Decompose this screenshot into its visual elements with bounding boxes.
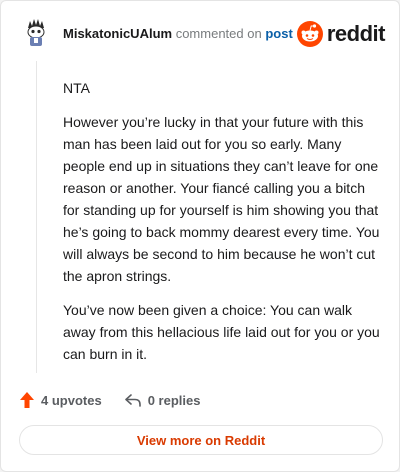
replies-stat[interactable]: 0 replies — [124, 392, 201, 408]
replies-count: 0 replies — [147, 392, 201, 408]
comment-footer: 4 upvotes 0 replies — [19, 388, 200, 412]
comment-byline: MiskatonicUAlum commented on post — [63, 26, 293, 42]
post-link[interactable]: post — [265, 26, 292, 41]
comment-paragraph: NTA — [63, 80, 90, 96]
logo-wordmark: reddit — [326, 21, 386, 46]
action-text: commented on — [175, 26, 262, 41]
comment-header: MiskatonicUAlum commented on post reddit — [21, 17, 386, 51]
reddit-snoo-icon — [296, 21, 323, 47]
comment-paragraph: You’ve now been given a choice: You can … — [63, 302, 380, 362]
user-avatar[interactable] — [21, 17, 51, 47]
comment-paragraph: However you’re lucky in that your future… — [63, 114, 380, 284]
comment-body: NTA However you’re lucky in that your fu… — [63, 77, 381, 377]
upvotes-stat[interactable]: 4 upvotes — [19, 391, 102, 409]
reply-arrow-icon — [124, 394, 141, 407]
comment-embed-card: MiskatonicUAlum commented on post reddit… — [0, 0, 400, 472]
avatar-image — [21, 17, 51, 47]
thread-line — [36, 61, 37, 373]
upvote-arrow-icon — [20, 392, 34, 408]
upvotes-count: 4 upvotes — [41, 392, 102, 408]
reddit-logo[interactable]: reddit — [296, 20, 386, 48]
username-link[interactable]: MiskatonicUAlum — [63, 26, 172, 41]
view-more-button[interactable]: View more on Reddit — [19, 425, 383, 455]
